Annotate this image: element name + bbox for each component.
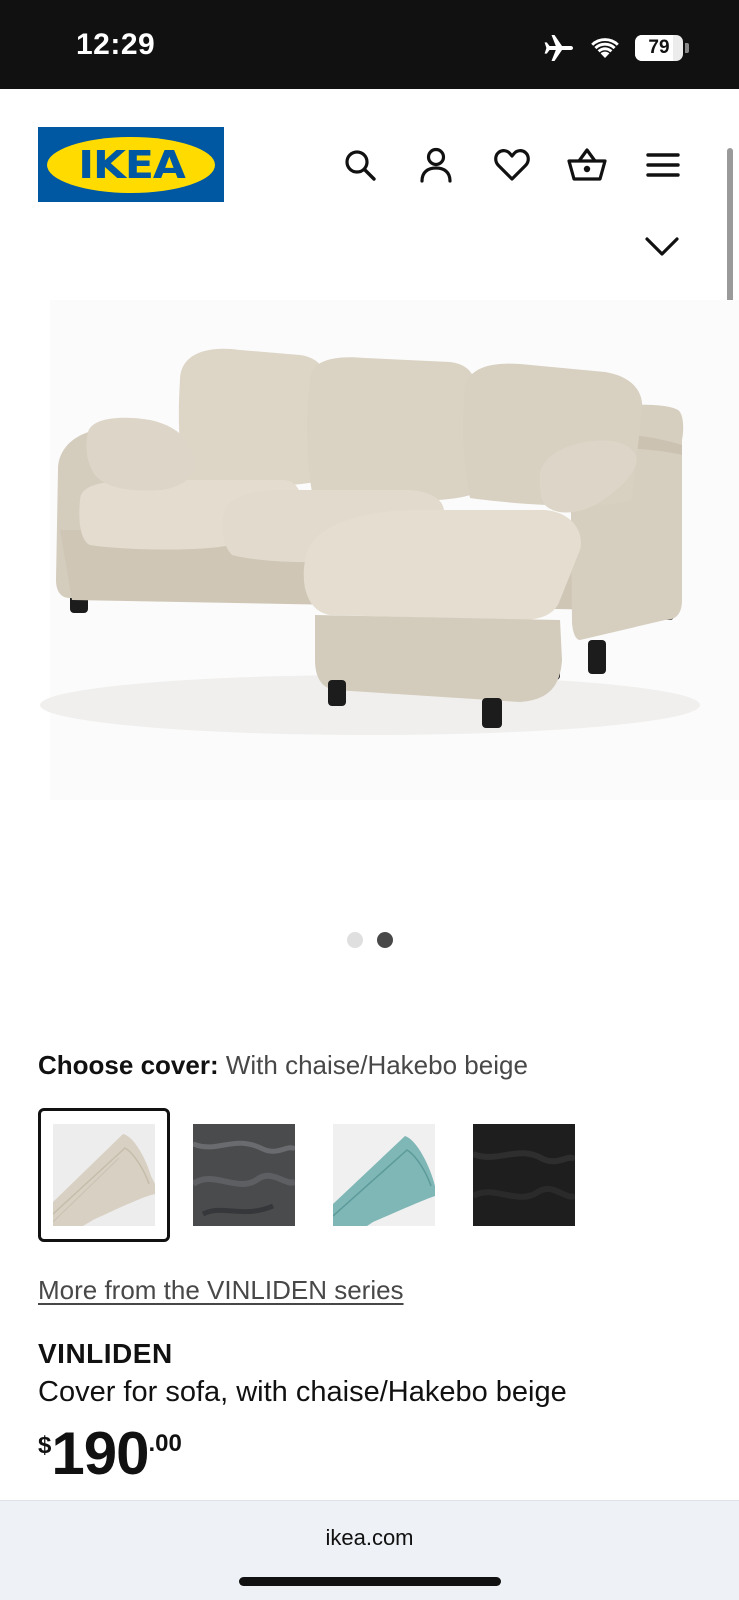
search-icon[interactable] — [340, 145, 380, 185]
battery-icon: 79 — [635, 35, 689, 61]
logo-oval: IKEA — [47, 136, 215, 193]
price-integer: 190 — [51, 1420, 149, 1487]
page-scrollbar[interactable] — [727, 148, 733, 308]
url-text[interactable]: ikea.com — [0, 1525, 739, 1551]
gallery-pagination — [0, 932, 739, 948]
product-image-gallery[interactable] — [0, 300, 739, 920]
heart-icon[interactable] — [492, 145, 532, 185]
sofa-product-image — [40, 300, 739, 800]
ikea-logo[interactable]: IKEA — [38, 127, 224, 202]
status-icons: 79 — [543, 34, 689, 62]
product-description: Cover for sofa, with chaise/Hakebo beige — [38, 1376, 567, 1408]
series-link[interactable]: More from the VINLIDEN series — [38, 1275, 404, 1306]
product-name: VINLIDEN — [38, 1338, 173, 1369]
swatch-black[interactable] — [473, 1124, 575, 1226]
price-currency: $ — [38, 1432, 52, 1459]
browser-url-bar[interactable]: ikea.com — [0, 1500, 739, 1600]
gallery-dot-2[interactable] — [376, 932, 393, 948]
basket-icon[interactable] — [567, 145, 607, 185]
swatch-beige[interactable] — [53, 1124, 155, 1226]
airplane-icon — [544, 35, 573, 61]
menu-icon[interactable] — [643, 145, 683, 185]
site-header: IKEA — [0, 89, 739, 229]
swatch-dark-gray[interactable] — [193, 1124, 295, 1226]
choose-cover-heading: Choose cover: With chaise/Hakebo beige — [38, 1050, 528, 1081]
status-time: 12:29 — [76, 28, 156, 61]
account-icon[interactable] — [416, 145, 456, 185]
product-price: $ 190 .00 — [38, 1424, 182, 1484]
logo-text: IKEA — [77, 142, 185, 187]
wifi-icon — [591, 38, 619, 58]
chevron-down-icon[interactable] — [644, 234, 680, 263]
battery-cap — [685, 43, 689, 53]
swatch-turquoise[interactable] — [333, 1124, 435, 1226]
battery-level: 79 — [648, 37, 670, 58]
choose-cover-value: With chaise/Hakebo beige — [225, 1050, 528, 1080]
price-decimal: .00 — [148, 1430, 182, 1457]
home-indicator[interactable] — [239, 1577, 501, 1586]
gallery-dot-1[interactable] — [346, 932, 363, 948]
status-bar: 12:29 79 — [0, 0, 739, 89]
battery-indicator: 79 — [635, 35, 683, 61]
choose-cover-label: Choose cover: — [38, 1050, 219, 1080]
